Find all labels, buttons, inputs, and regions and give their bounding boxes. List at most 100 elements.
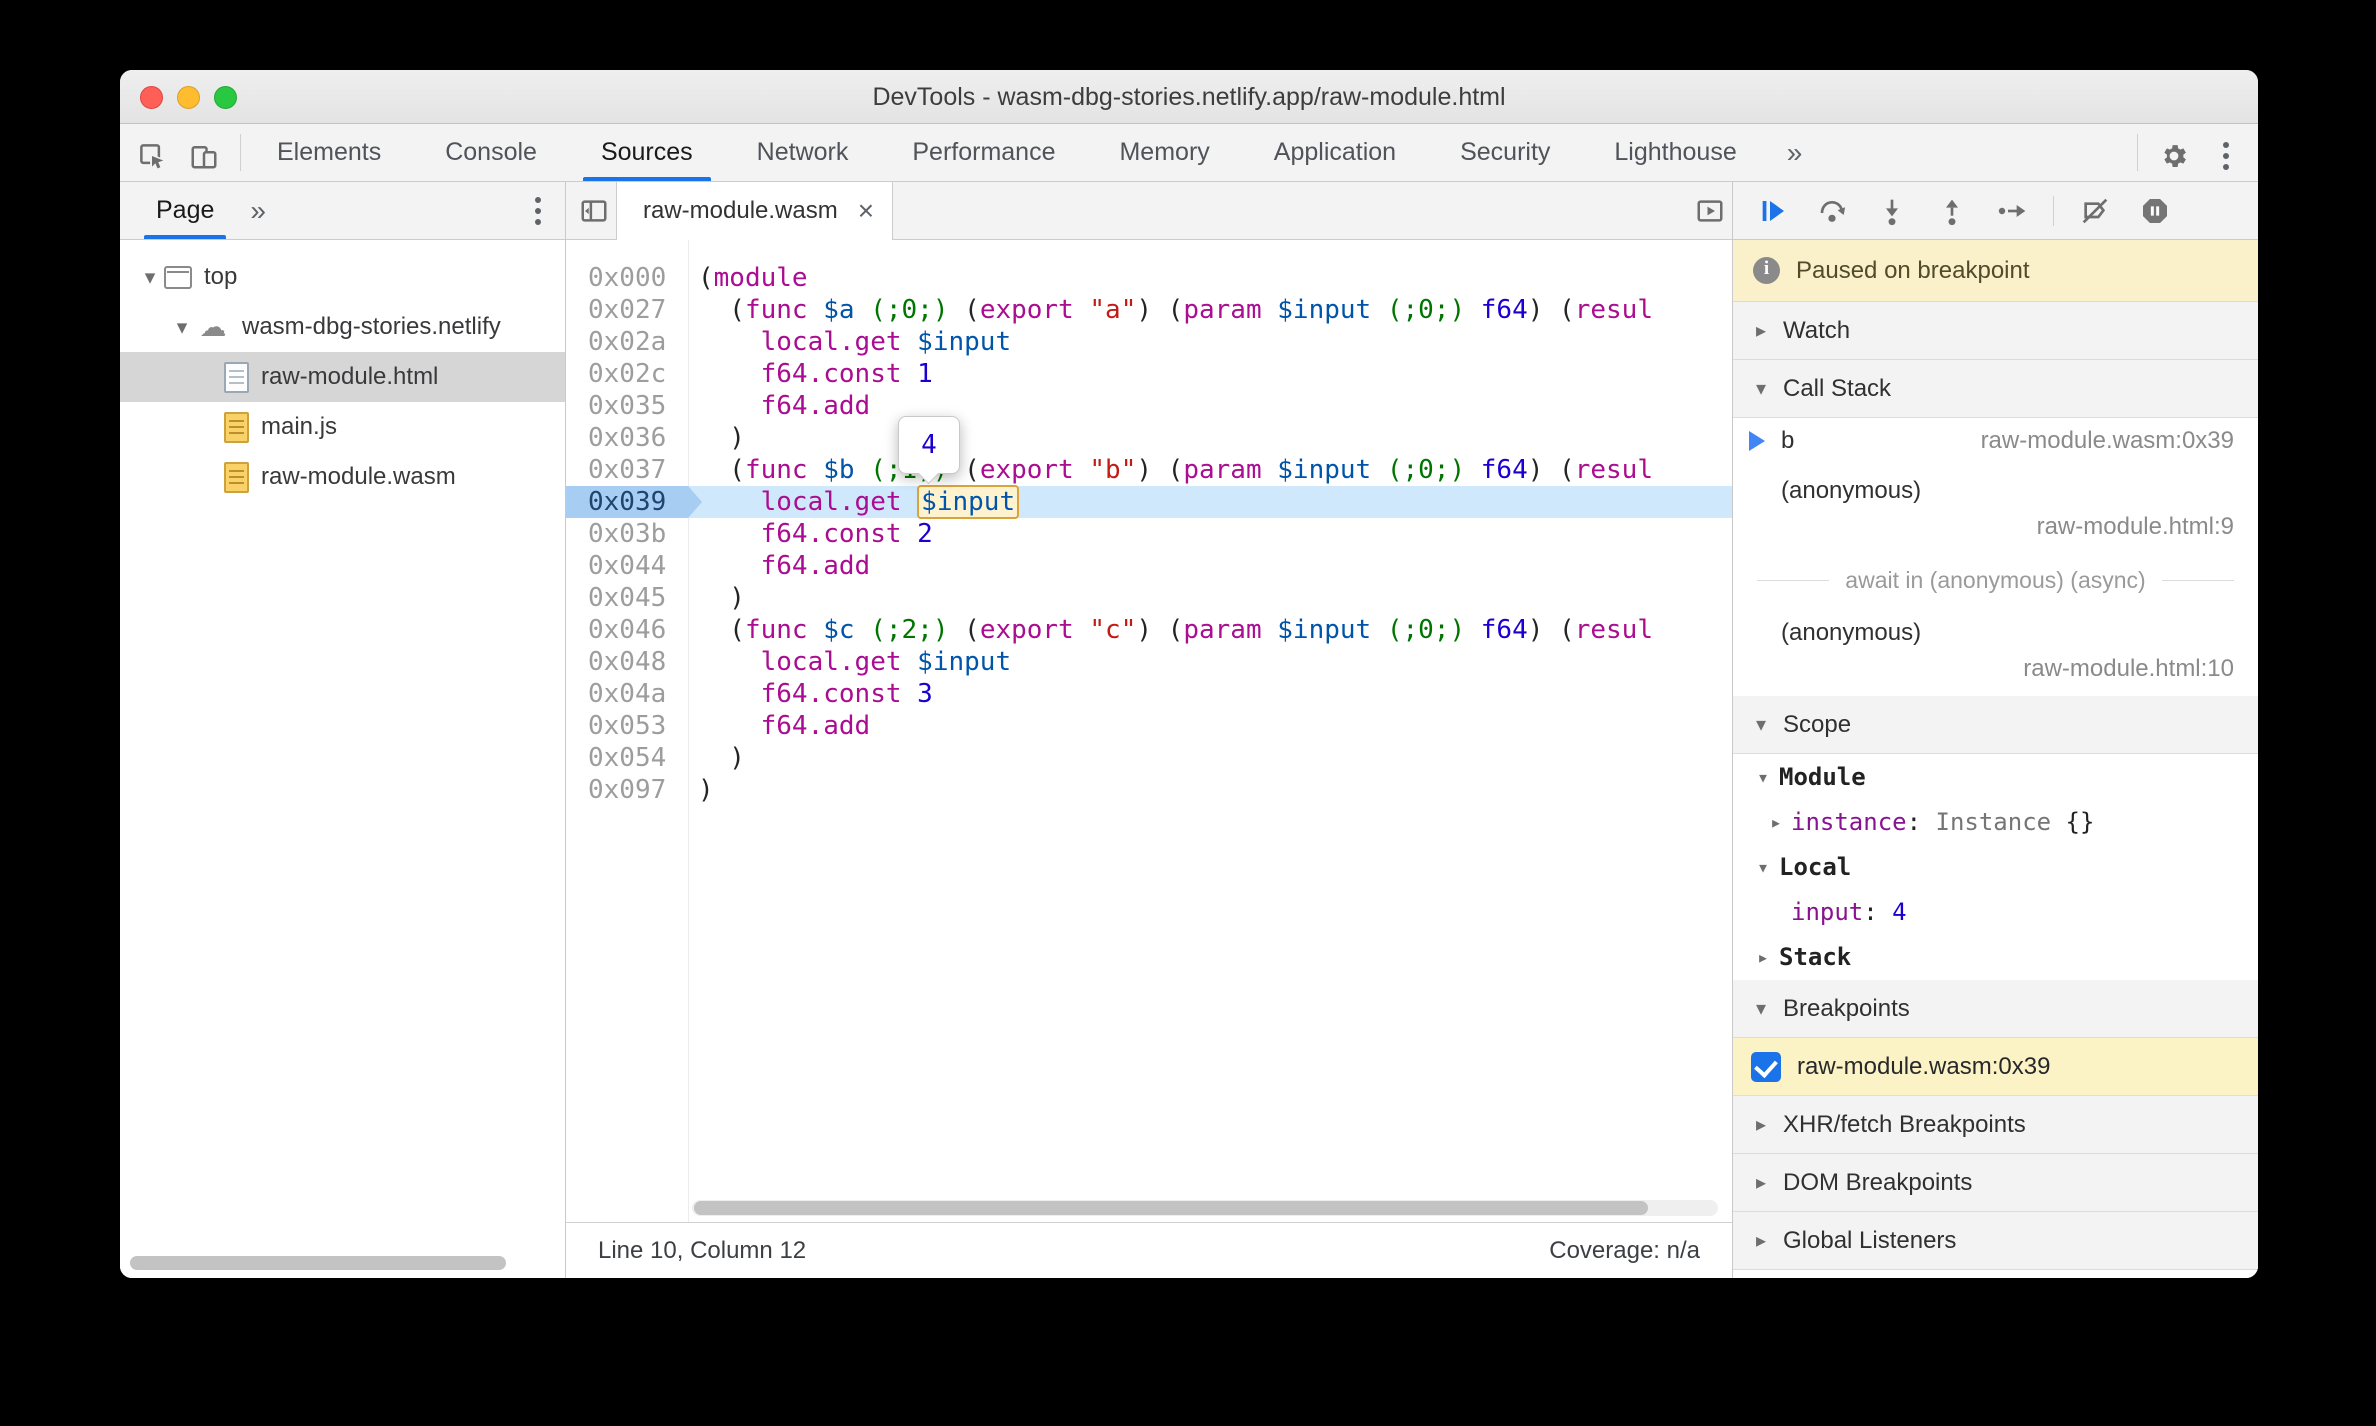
section-global-listeners[interactable]: ▸ Global Listeners — [1733, 1212, 2258, 1270]
code-line[interactable]: 0x04a f64.const 3 — [566, 678, 1732, 710]
more-navigator-tabs-button[interactable]: » — [236, 182, 280, 239]
step-icon[interactable] — [1993, 192, 2031, 230]
breakpoint-checkbox[interactable] — [1751, 1051, 1781, 1082]
tab-sources[interactable]: Sources — [569, 124, 725, 181]
device-toolbar-icon[interactable] — [182, 134, 226, 178]
scope-group-stack[interactable]: ▸ Stack — [1733, 934, 2258, 980]
tree-item-raw-module-html[interactable]: raw-module.html — [120, 352, 565, 402]
scope-group-module[interactable]: ▾ Module — [1733, 754, 2258, 800]
code-line[interactable]: 0x046 (func $c (;2;) (export "c") (param… — [566, 614, 1732, 646]
window-titlebar[interactable]: DevTools - wasm-dbg-stories.netlify.app/… — [120, 70, 2258, 124]
tab-lighthouse[interactable]: Lighthouse — [1582, 124, 1768, 181]
navigator-kebab-menu-icon[interactable] — [525, 182, 551, 239]
line-gutter-address[interactable]: 0x027 — [566, 294, 688, 326]
editor-tabbar: raw-module.wasm × — [566, 182, 1732, 240]
code-text: local.get $input — [688, 646, 1011, 678]
line-gutter-address[interactable]: 0x054 — [566, 742, 688, 774]
line-gutter-address[interactable]: 0x036 — [566, 422, 688, 454]
editor-tab-raw-module-wasm[interactable]: raw-module.wasm × — [616, 182, 894, 240]
line-gutter-address[interactable]: 0x02a — [566, 326, 688, 358]
minimize-window-button[interactable] — [177, 85, 200, 109]
line-gutter-address[interactable]: 0x053 — [566, 710, 688, 742]
line-gutter-address[interactable]: 0x035 — [566, 390, 688, 422]
step-out-icon[interactable] — [1933, 192, 1971, 230]
call-stack-frame-b[interactable]: b raw-module.wasm:0x39 — [1733, 418, 2258, 464]
section-call-stack[interactable]: ▾ Call Stack — [1733, 360, 2258, 418]
section-watch[interactable]: ▸ Watch — [1733, 302, 2258, 360]
line-gutter-address[interactable]: 0x02c — [566, 358, 688, 390]
close-tab-icon[interactable]: × — [854, 195, 878, 227]
code-editor[interactable]: 0x000 (module 0x027 (func $a (;0;) (export… — [566, 240, 1732, 1222]
code-line[interactable]: 0x03b f64.const 2 — [566, 518, 1732, 550]
line-gutter-address[interactable]: 0x000 — [566, 262, 688, 294]
expand-arrow-icon[interactable]: ▾ — [136, 265, 164, 290]
zoom-window-button[interactable] — [214, 85, 237, 109]
code-line[interactable]: 0x044 f64.add — [566, 550, 1732, 582]
section-scope[interactable]: ▾ Scope — [1733, 696, 2258, 754]
deactivate-breakpoints-icon[interactable] — [2076, 192, 2114, 230]
inspect-element-icon[interactable] — [130, 134, 174, 178]
navigator-horizontal-scrollbar[interactable] — [130, 1256, 506, 1270]
editor-horizontal-scrollbar[interactable] — [692, 1200, 1718, 1216]
line-gutter-address[interactable]: 0x097 — [566, 774, 688, 806]
call-stack-frame-anonymous[interactable]: (anonymous) raw-module.html:10 — [1733, 606, 2258, 696]
tab-elements[interactable]: Elements — [245, 124, 413, 181]
scrollbar-thumb[interactable] — [694, 1201, 1649, 1215]
step-into-icon[interactable] — [1873, 192, 1911, 230]
line-gutter-address[interactable]: 0x044 — [566, 550, 688, 582]
code-line[interactable]: 0x035 f64.add — [566, 390, 1732, 422]
frame-location: raw-module.html:9 — [2036, 513, 2234, 540]
line-gutter-address[interactable]: 0x046 — [566, 614, 688, 646]
tab-memory[interactable]: Memory — [1087, 124, 1241, 181]
code-line[interactable]: 0x02c f64.const 1 — [566, 358, 1732, 390]
line-gutter-address[interactable]: 0x037 — [566, 454, 688, 486]
toggle-debugger-sidebar-icon[interactable] — [1688, 189, 1732, 233]
expand-arrow-icon[interactable]: ▾ — [168, 315, 196, 340]
pause-on-exceptions-icon[interactable] — [2136, 192, 2174, 230]
code-line[interactable]: 0x048 local.get $input — [566, 646, 1732, 678]
line-gutter-address[interactable]: 0x039 — [566, 486, 702, 518]
scope-variable-input[interactable]: input: 4 — [1733, 890, 2258, 934]
code-line[interactable]: 0x037 (func $b (;1;) (export "b") (param… — [566, 454, 1732, 486]
tree-item-top[interactable]: ▾ top — [120, 252, 565, 302]
code-line[interactable]: 0x02a local.get $input — [566, 326, 1732, 358]
tree-item-wasm-dbg-stories-netlify[interactable]: ▾ ☁ wasm-dbg-stories.netlify — [120, 302, 565, 352]
code-line[interactable]: 0x000 (module — [566, 262, 1732, 294]
code-line[interactable]: 0x027 (func $a (;0;) (export "a") (param… — [566, 294, 1732, 326]
tree-item-raw-module-wasm[interactable]: raw-module.wasm — [120, 452, 565, 502]
code-line[interactable]: 0x045 ) — [566, 582, 1732, 614]
toggle-navigator-icon[interactable] — [572, 189, 616, 233]
tab-console[interactable]: Console — [413, 124, 569, 181]
settings-gear-icon[interactable] — [2152, 134, 2196, 178]
line-gutter-address[interactable]: 0x045 — [566, 582, 688, 614]
resume-script-icon[interactable] — [1753, 192, 1791, 230]
kebab-menu-icon[interactable] — [2204, 134, 2248, 178]
paused-execution-line[interactable]: 0x039 local.get $input — [566, 485, 1732, 519]
call-stack-frame-anonymous[interactable]: (anonymous) raw-module.html:9 — [1733, 464, 2258, 554]
section-xhr-fetch-breakpoints[interactable]: ▸ XHR/fetch Breakpoints — [1733, 1096, 2258, 1154]
frame-name: b — [1781, 427, 1795, 454]
code-line[interactable]: 0x053 f64.add — [566, 710, 1732, 742]
code-line[interactable]: 0x097) — [566, 774, 1732, 806]
scope-group-local[interactable]: ▾ Local — [1733, 844, 2258, 890]
line-gutter-address[interactable]: 0x03b — [566, 518, 688, 550]
close-window-button[interactable] — [140, 85, 163, 109]
code-line[interactable]: 0x054 ) — [566, 742, 1732, 774]
tree-item-main-js[interactable]: main.js — [120, 402, 565, 452]
section-dom-breakpoints[interactable]: ▸ DOM Breakpoints — [1733, 1154, 2258, 1212]
line-gutter-address[interactable]: 0x04a — [566, 678, 688, 710]
more-panels-button[interactable]: » — [1769, 124, 1821, 181]
tab-network[interactable]: Network — [725, 124, 881, 181]
tab-application[interactable]: Application — [1242, 124, 1428, 181]
breakpoint-entry[interactable]: raw-module.wasm:0x39 — [1733, 1038, 2258, 1096]
scope-variable-instance[interactable]: ▸ instance: Instance {} — [1733, 800, 2258, 844]
tab-page[interactable]: Page — [134, 182, 236, 239]
section-breakpoints[interactable]: ▾ Breakpoints — [1733, 980, 2258, 1038]
code-line[interactable]: 0x036 ) — [566, 422, 1732, 454]
step-over-icon[interactable] — [1813, 192, 1851, 230]
line-gutter-address[interactable]: 0x048 — [566, 646, 688, 678]
tab-security[interactable]: Security — [1428, 124, 1582, 181]
code-token: local.get — [760, 487, 902, 517]
tab-performance[interactable]: Performance — [880, 124, 1087, 181]
